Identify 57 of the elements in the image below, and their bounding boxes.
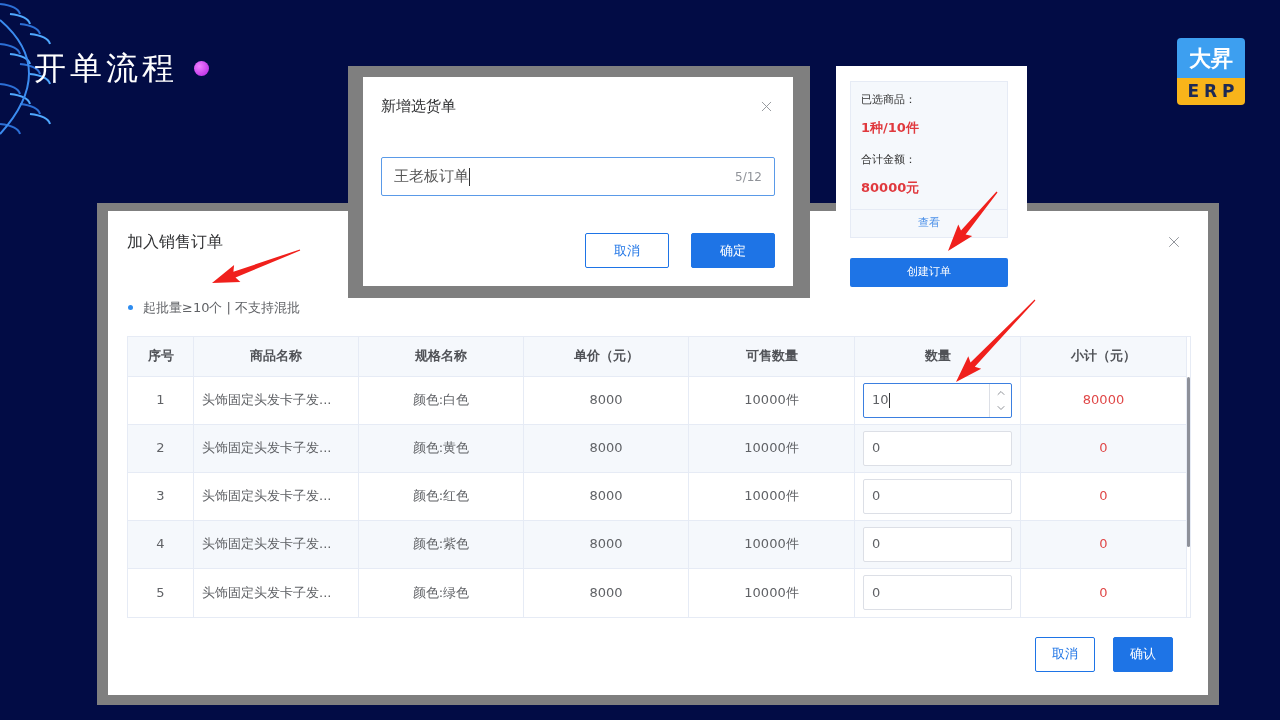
summary-value: 1种/10件 [861, 119, 920, 137]
table-cell: 5 [128, 568, 194, 617]
table-cell: 10000件 [689, 568, 855, 617]
table-cell: 4 [128, 520, 194, 568]
table-cell: 3 [128, 472, 194, 520]
table-cell: 10000件 [689, 520, 855, 568]
table-cell: 颜色:红色 [359, 472, 524, 520]
dialog-title: 加入销售订单 [127, 231, 223, 253]
table-cell: 头饰固定头发卡子发... [194, 520, 359, 568]
column-header: 商品名称 [194, 336, 359, 376]
character-counter: 5/12 [735, 168, 762, 186]
table-cell: 2 [128, 424, 194, 472]
summary-label: 合计金额： [861, 152, 917, 168]
name-input-field[interactable]: 王老板订单 5/12 [381, 157, 775, 196]
table-cell: 8000 [524, 376, 689, 424]
table-cell: 颜色:白色 [359, 376, 524, 424]
confirm-button[interactable]: 确认 [1113, 636, 1173, 672]
table-cell: 头饰固定头发卡子发... [194, 376, 359, 424]
table-cell: 8000 [524, 472, 689, 520]
note-text: 起批量≥10个 | 不支持混批 [143, 299, 301, 317]
pointer-arrow [948, 191, 998, 251]
summary-label: 已选商品： [861, 92, 917, 108]
table-cell: 10000件 [689, 472, 855, 520]
column-header: 序号 [128, 336, 194, 376]
quantity-field[interactable]: 0 [863, 575, 1012, 610]
confirm-button[interactable]: 确定 [691, 233, 775, 268]
quantity-field[interactable]: 0 [863, 526, 1012, 562]
view-link[interactable]: 查看 [918, 215, 940, 232]
table-cell: 1 [128, 376, 194, 424]
summary-value: 80000元 [861, 179, 921, 197]
table-cell: 8000 [524, 568, 689, 617]
slide-title: 开单流程 [34, 52, 178, 84]
cancel-button[interactable]: 取消 [585, 233, 669, 268]
logo-bottom: ERP [1177, 78, 1245, 105]
column-header: 可售数量 [689, 336, 855, 376]
table-cell: 0 [1021, 568, 1187, 617]
table-cell: 8000 [524, 424, 689, 472]
table-cell: 颜色:黄色 [359, 424, 524, 472]
table-cell: 颜色:紫色 [359, 520, 524, 568]
logo-top: 大昇 [1177, 38, 1245, 78]
cancel-button[interactable]: 取消 [1035, 636, 1095, 672]
table-cell: 头饰固定头发卡子发... [194, 472, 359, 520]
scrollbar[interactable] [1187, 376, 1190, 547]
table-cell: 头饰固定头发卡子发... [194, 568, 359, 617]
quantity-field[interactable]: 0 [863, 478, 1012, 514]
column-header: 小计（元） [1021, 336, 1187, 376]
column-header: 单价（元） [524, 336, 689, 376]
create-order-button[interactable]: 创建订单 [850, 258, 1008, 287]
table-cell: 8000 [524, 520, 689, 568]
quantity-field[interactable]: 0 [863, 430, 1012, 466]
column-header: 规格名称 [359, 336, 524, 376]
dialog-title: 新增选货单 [381, 95, 456, 117]
table-cell: 颜色:绿色 [359, 568, 524, 617]
table-cell: 10000件 [689, 424, 855, 472]
table-cell: 头饰固定头发卡子发... [194, 424, 359, 472]
quantity-field[interactable]: 10 [863, 382, 1012, 418]
table-cell: 10000件 [689, 376, 855, 424]
